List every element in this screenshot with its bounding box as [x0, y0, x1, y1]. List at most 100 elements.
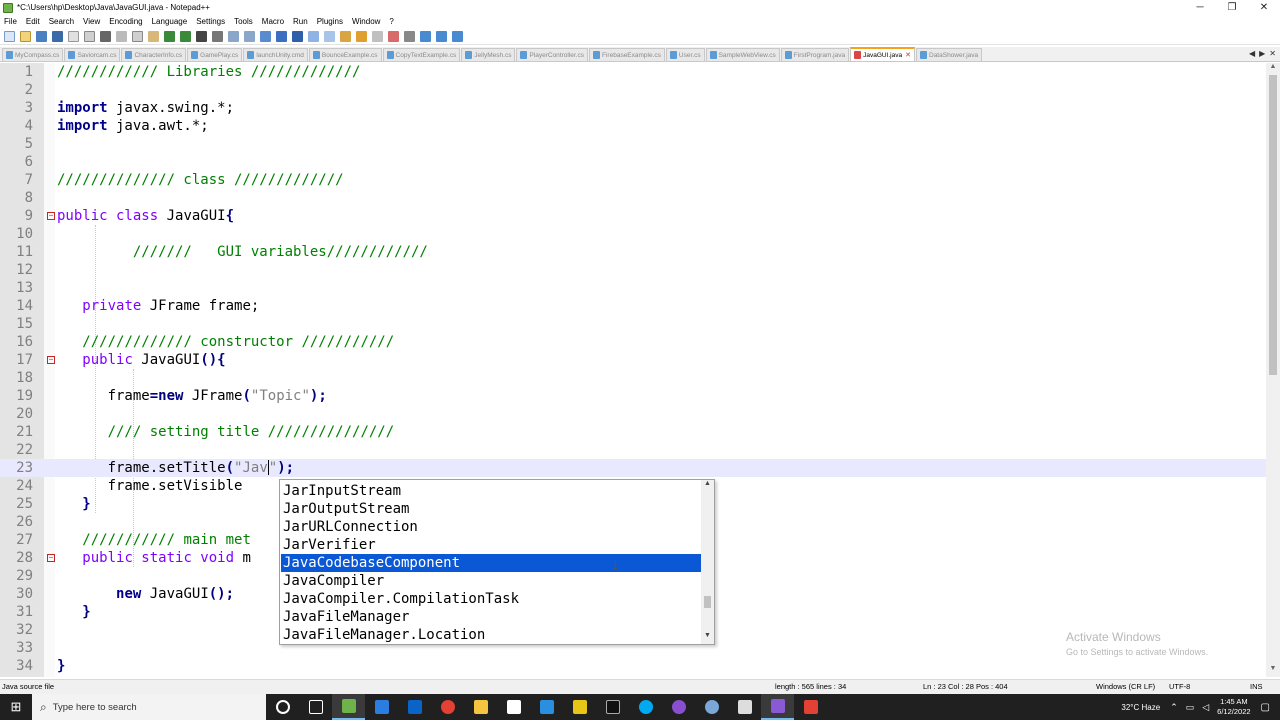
notifications-icon[interactable]: ▢ [1261, 702, 1270, 713]
close-document-icon[interactable]: ✕ [1269, 49, 1276, 58]
menu-encoding[interactable]: Encoding [109, 17, 142, 26]
fold-collapse-icon[interactable]: − [47, 356, 55, 364]
fold-collapse-icon[interactable]: − [47, 554, 55, 562]
fold-collapse-icon[interactable]: − [47, 212, 55, 220]
scrollbar-thumb[interactable] [1269, 75, 1277, 375]
menu-help[interactable]: ? [389, 17, 393, 26]
save-all-icon[interactable] [52, 30, 63, 42]
tab-datashower[interactable]: DataShower.java [916, 48, 983, 61]
stop-macro-icon[interactable] [404, 30, 415, 42]
autocomplete-item[interactable]: JarVerifier [281, 536, 703, 554]
scroll-down-icon[interactable]: ▼ [1266, 665, 1280, 677]
word-wrap-icon[interactable] [276, 30, 287, 42]
taskbar-file-explorer[interactable] [464, 694, 497, 720]
tab-jellymesh[interactable]: JellyMesh.cs [461, 48, 516, 61]
autocomplete-scrollbar[interactable]: ▲ ▼ [701, 480, 714, 644]
tray-overflow-icon[interactable]: ⌃ [1170, 702, 1178, 713]
undo-icon[interactable] [164, 30, 175, 42]
taskbar-search-box[interactable]: ⌕ Type here to search [32, 694, 266, 720]
close-file-icon[interactable] [68, 30, 79, 42]
sync-scroll-icon[interactable] [260, 30, 271, 42]
autocomplete-item[interactable]: JarOutputStream [281, 500, 703, 518]
close-button[interactable]: ✕ [1248, 0, 1280, 15]
show-all-chars-icon[interactable] [292, 30, 303, 42]
network-icon[interactable]: ▭ [1186, 702, 1195, 713]
taskbar-clock[interactable]: 1:45 AM 6/12/2022 [1217, 697, 1250, 717]
menu-window[interactable]: Window [352, 17, 380, 26]
function-list-icon[interactable] [340, 30, 351, 42]
taskbar-unity[interactable] [497, 694, 530, 720]
tab-copytextexample[interactable]: CopyTextExample.cs [382, 48, 461, 61]
zoom-in-icon[interactable] [228, 30, 239, 42]
taskbar-visual-studio[interactable] [761, 694, 794, 720]
autocomplete-item[interactable]: JavaCompiler [281, 572, 703, 590]
tab-gameplay[interactable]: GamePlay.cs [187, 48, 243, 61]
tab-bounceexample[interactable]: BounceExample.cs [308, 48, 382, 61]
autocomplete-item[interactable]: JarURLConnection [281, 518, 703, 536]
close-all-icon[interactable] [84, 30, 95, 42]
menu-language[interactable]: Language [152, 17, 188, 26]
taskbar-notepadpp[interactable] [332, 694, 365, 720]
taskbar-skype[interactable] [629, 694, 662, 720]
menu-file[interactable]: File [4, 17, 17, 26]
tab-javagui[interactable]: JavaGUI.java ✕ [850, 47, 915, 61]
autocomplete-item-selected[interactable]: JavaCodebaseComponent [280, 553, 704, 573]
menu-run[interactable]: Run [293, 17, 308, 26]
menu-macro[interactable]: Macro [262, 17, 284, 26]
autocomplete-item[interactable]: JarInputStream [281, 482, 703, 500]
taskbar-sticky-notes[interactable] [563, 694, 596, 720]
tab-launchunity[interactable]: launchUnity.cmd [243, 48, 308, 61]
new-file-icon[interactable] [4, 30, 15, 42]
folder-workspace-icon[interactable] [356, 30, 367, 42]
autocomplete-item[interactable]: JavaFileManager [281, 608, 703, 626]
autocomplete-item[interactable]: JavaCompiler.CompilationTask [281, 590, 703, 608]
save-macro-icon[interactable] [452, 30, 463, 42]
scrollbar-thumb[interactable] [704, 596, 711, 608]
tab-firebaseexample[interactable]: FirebaseExample.cs [589, 48, 665, 61]
play-macro-icon[interactable] [420, 30, 431, 42]
maximize-button[interactable]: ❐ [1216, 0, 1248, 15]
find-icon[interactable] [196, 30, 207, 42]
tab-mycompass[interactable]: MyCompass.cs [2, 48, 64, 61]
tab-saviorcam[interactable]: Saviorcam.cs [64, 48, 121, 61]
menu-search[interactable]: Search [49, 17, 74, 26]
autocomplete-list[interactable]: JarInputStream JarOutputStream JarURLCon… [279, 479, 715, 645]
status-position[interactable]: Ln : 23 Col : 28 Pos : 404 [923, 680, 1008, 694]
monitoring-icon[interactable] [372, 30, 383, 42]
redo-icon[interactable] [180, 30, 191, 42]
tab-samplewebview[interactable]: SampleWebView.cs [705, 48, 780, 61]
tab-playercontroller[interactable]: PlayerController.cs [516, 48, 589, 61]
tab-user[interactable]: User.cs [665, 48, 705, 61]
run-macro-multiple-icon[interactable] [436, 30, 447, 42]
tab-scroll-left-icon[interactable]: ◀ [1249, 49, 1255, 58]
task-view-button[interactable] [299, 694, 332, 720]
cortana-button[interactable] [266, 694, 299, 720]
taskbar-github[interactable] [662, 694, 695, 720]
tab-characterinfo[interactable]: CharacterInfo.cs [121, 48, 187, 61]
cut-icon[interactable] [116, 30, 127, 42]
paste-icon[interactable] [148, 30, 159, 42]
close-tab-icon[interactable]: ✕ [905, 51, 911, 59]
tab-firstprogram[interactable]: FirstProgram.java [780, 48, 850, 61]
doc-map-icon[interactable] [324, 30, 335, 42]
scroll-down-icon[interactable]: ▼ [701, 632, 714, 644]
copy-icon[interactable] [132, 30, 143, 42]
tab-scroll-right-icon[interactable]: ▶ [1259, 49, 1265, 58]
taskbar-vscode[interactable] [530, 694, 563, 720]
save-icon[interactable] [36, 30, 47, 42]
editor-vertical-scrollbar[interactable]: ▲ ▼ [1266, 63, 1280, 677]
weather-widget[interactable]: 32°C Haze [1121, 703, 1160, 712]
taskbar-recorder[interactable] [794, 694, 827, 720]
print-icon[interactable] [100, 30, 111, 42]
zoom-out-icon[interactable] [244, 30, 255, 42]
taskbar-terminal[interactable] [596, 694, 629, 720]
record-macro-icon[interactable] [388, 30, 399, 42]
scroll-up-icon[interactable]: ▲ [701, 480, 714, 492]
taskbar-unity-hub[interactable] [728, 694, 761, 720]
indent-guide-icon[interactable] [308, 30, 319, 42]
minimize-button[interactable]: ─ [1184, 0, 1216, 15]
open-file-icon[interactable] [20, 30, 31, 42]
volume-icon[interactable]: ◁ [1202, 702, 1209, 713]
replace-icon[interactable] [212, 30, 223, 42]
taskbar-browser[interactable] [695, 694, 728, 720]
